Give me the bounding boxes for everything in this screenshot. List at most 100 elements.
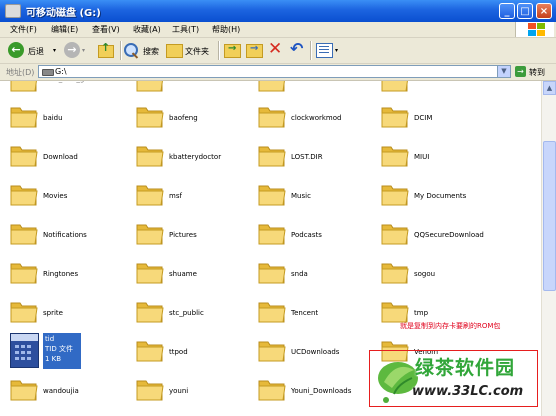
folder-name: snda (291, 270, 308, 278)
folder-item[interactable]: shuame (136, 259, 256, 291)
forward-arrow-icon: → (64, 42, 80, 58)
folders-label: 文件夹 (185, 47, 209, 56)
folder-name: sprite (43, 309, 63, 317)
folder-item[interactable]: Pictures (136, 220, 256, 252)
folder-item[interactable]: wandoujia (10, 376, 130, 408)
folder-item[interactable]: My Documents (381, 181, 501, 213)
folder-item[interactable]: youni (136, 376, 256, 408)
views-icon (316, 43, 333, 58)
folder-name: Movies (43, 192, 68, 200)
drive-icon (42, 69, 54, 76)
up-folder-button[interactable]: ↑ (98, 41, 116, 59)
back-arrow-icon: ← (8, 42, 24, 58)
folder-name: UCDownloads (291, 348, 340, 356)
minimize-button[interactable]: _ (499, 3, 515, 19)
folder-name: ttpod (169, 348, 188, 356)
folder-icon (10, 107, 38, 128)
toolbar-separator (310, 41, 312, 60)
folder-item[interactable]: Podcasts (258, 220, 378, 252)
views-button[interactable]: ▾ (316, 41, 342, 59)
title-bar: 可移动磁盘 (G:) _ □ × (0, 0, 556, 22)
folder-icon (258, 107, 286, 128)
search-button[interactable]: 搜索 (124, 41, 162, 59)
folder-icon (381, 81, 408, 92)
folder-name: DCIM (414, 114, 433, 122)
address-input[interactable]: G:\ ▼ (38, 65, 511, 78)
menu-tools[interactable]: 工具(T) (172, 24, 199, 35)
folder-name: Tencent (291, 309, 319, 317)
folder-icon (136, 107, 164, 128)
menu-edit[interactable]: 编辑(E) (51, 24, 78, 35)
folder-item[interactable]: DCIM (381, 103, 501, 135)
folder-item[interactable]: Youni_Downloads (258, 376, 378, 408)
folder-name: Notifications (43, 231, 87, 239)
folder-item[interactable]: Movies (10, 181, 130, 213)
folder-icon (381, 224, 409, 245)
back-dropdown-icon[interactable]: ▾ (53, 47, 56, 54)
folder-item[interactable]: kbatterydoctor (136, 142, 256, 174)
menu-favorites[interactable]: 收藏(A) (133, 24, 161, 35)
back-button[interactable]: ← 后退 (8, 41, 52, 59)
undo-button[interactable]: ↶ (290, 39, 306, 59)
folder-name: tmp (414, 309, 429, 317)
folder-name: QQSecureDownload (414, 231, 484, 239)
folder-icon (10, 224, 38, 245)
folder-item[interactable]: fonts (136, 81, 256, 99)
folder-item[interactable]: Ringtones (10, 259, 130, 291)
folder-name: Fake_GPS_gui... (43, 81, 97, 83)
folder-item[interactable]: clockworkmod (258, 103, 378, 135)
folder-item[interactable]: Gomeli (258, 81, 378, 99)
folder-item[interactable]: snda (258, 259, 378, 291)
folder-item[interactable]: sogou (381, 259, 501, 291)
delete-button[interactable]: ✕ (268, 39, 284, 59)
views-dropdown-icon: ▾ (335, 47, 339, 54)
folder-item[interactable]: QQSecureDownload (381, 220, 501, 252)
folder-item[interactable]: ttpod (136, 337, 256, 369)
scroll-thumb[interactable] (543, 141, 556, 291)
scroll-up-arrow-icon[interactable]: ▲ (543, 81, 556, 95)
folder-item[interactable]: Music (258, 181, 378, 213)
close-button[interactable]: × (536, 3, 552, 19)
folder-item[interactable]: Fake_GPS_gui... (10, 81, 130, 99)
folder-icon (136, 302, 164, 323)
folder-name: My Documents (414, 192, 467, 200)
folder-item[interactable]: Helium (381, 81, 501, 99)
folder-name: Music (291, 192, 311, 200)
folder-name: Podcasts (291, 231, 322, 239)
folder-item[interactable]: LOST.DIR (258, 142, 378, 174)
forward-dropdown-icon[interactable]: ▾ (82, 47, 85, 54)
folder-item[interactable]: baidu (10, 103, 130, 135)
folder-name: Ringtones (43, 270, 79, 278)
folder-item[interactable]: Notifications (10, 220, 130, 252)
folder-item[interactable]: UCDownloads (258, 337, 378, 369)
windows-logo-icon (515, 22, 554, 37)
copy-to-button[interactable]: → (246, 41, 264, 59)
folder-icon (136, 380, 164, 401)
folder-item[interactable]: baofeng (136, 103, 256, 135)
folder-name: Download (43, 153, 78, 161)
folder-icon (10, 81, 37, 92)
folder-item[interactable]: Tencent (258, 298, 378, 330)
folder-item[interactable]: sprite (10, 298, 130, 330)
drive-icon (5, 4, 21, 18)
folder-item[interactable]: tmp (381, 298, 501, 330)
folders-button[interactable]: 文件夹 (166, 41, 214, 59)
folder-item[interactable]: msf (136, 181, 256, 213)
folder-item[interactable]: MIUI (381, 142, 501, 174)
maximize-button[interactable]: □ (517, 3, 533, 19)
folder-item[interactable]: stc_public (136, 298, 256, 330)
menu-view[interactable]: 查看(V) (92, 24, 120, 35)
folder-item[interactable]: Download (10, 142, 130, 174)
folder-name: MIUI (414, 153, 430, 161)
go-button[interactable]: 转到 (529, 67, 545, 78)
folder-icon (136, 185, 164, 206)
menu-file[interactable]: 文件(F) (10, 24, 37, 35)
tid-file[interactable]: tid TID 文件 1 KB (10, 333, 90, 373)
address-dropdown-icon[interactable]: ▼ (497, 66, 510, 77)
folder-icon (381, 302, 409, 323)
file-type: TID 文件 (45, 345, 73, 353)
folder-icon (258, 302, 286, 323)
menu-help[interactable]: 帮助(H) (212, 24, 240, 35)
go-arrow-icon[interactable]: → (515, 66, 526, 77)
move-to-button[interactable]: → (224, 41, 242, 59)
